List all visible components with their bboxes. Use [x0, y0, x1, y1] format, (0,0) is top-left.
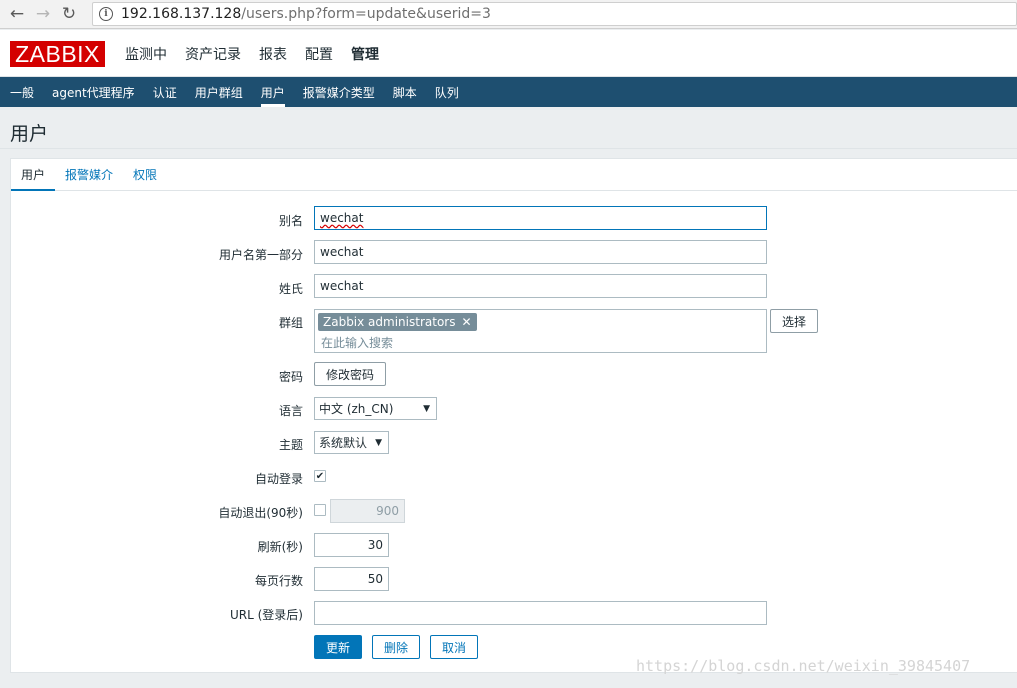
delete-button[interactable]: 删除	[372, 635, 420, 659]
name-label: 用户名第一部分	[218, 248, 303, 262]
autologout-value: 900	[376, 504, 399, 518]
url-input[interactable]	[314, 601, 767, 625]
main-menu-reports[interactable]: 报表	[259, 44, 287, 64]
name-value: wechat	[320, 245, 364, 259]
theme-value: 系统默认	[319, 436, 368, 450]
user-form-panel: 用户 报警媒介 权限 别名 wechat 用户名第一部分 wechat 姓氏 w…	[10, 158, 1017, 673]
language-label: 语言	[278, 404, 303, 418]
sub-menu-general[interactable]: 一般	[1, 77, 43, 107]
info-icon[interactable]: i	[99, 7, 113, 21]
url-host: 192.168.137.128	[121, 6, 242, 22]
main-menu-configuration[interactable]: 配置	[305, 44, 333, 64]
autologout-checkbox[interactable]	[314, 504, 326, 516]
zabbix-logo[interactable]: ZABBIX	[10, 41, 105, 67]
sub-menu-media-types[interactable]: 报警媒介类型	[294, 77, 384, 107]
rows-per-page-value: 50	[367, 572, 383, 586]
group-tag-label: Zabbix administrators	[323, 315, 456, 329]
checkmark-icon: ✔	[315, 470, 325, 482]
sub-menu-user-groups[interactable]: 用户群组	[186, 77, 252, 107]
select-groups-button[interactable]: 选择	[770, 309, 818, 333]
browser-toolbar: ← → ↻ i 192.168.137.128/users.php?form=u…	[0, 0, 1017, 29]
autologout-input: 900	[330, 499, 405, 523]
update-button[interactable]: 更新	[314, 635, 362, 659]
sub-menu: 一般 agent代理程序 认证 用户群组 用户 报警媒介类型 脚本 队列	[0, 77, 1017, 107]
tab-user[interactable]: 用户	[11, 159, 56, 191]
language-value: 中文 (zh_CN)	[319, 402, 394, 416]
refresh-input[interactable]: 30	[314, 533, 389, 557]
sub-menu-proxies[interactable]: agent代理程序	[43, 77, 144, 107]
alias-label: 别名	[278, 214, 303, 228]
refresh-value: 30	[367, 538, 383, 552]
group-search-input[interactable]: 在此输入搜索	[321, 334, 393, 351]
name-input[interactable]: wechat	[314, 240, 767, 264]
sub-menu-scripts[interactable]: 脚本	[384, 77, 426, 107]
url-label: URL (登录后)	[230, 608, 303, 622]
main-menu-monitoring[interactable]: 监测中	[125, 44, 167, 64]
language-select[interactable]: 中文 (zh_CN) ▼	[314, 397, 437, 420]
groups-label: 群组	[278, 316, 303, 330]
surname-input[interactable]: wechat	[314, 274, 767, 298]
groups-multiselect[interactable]: Zabbix administrators ✕ 在此输入搜索	[314, 309, 767, 353]
surname-value: wechat	[320, 279, 364, 293]
dropdown-caret-icon: ▼	[423, 404, 430, 414]
forward-arrow-icon[interactable]: →	[30, 1, 56, 27]
sub-menu-users[interactable]: 用户	[252, 77, 294, 107]
top-header: ZABBIX 监测中 资产记录 报表 配置 管理	[0, 30, 1017, 77]
cancel-button[interactable]: 取消	[430, 635, 478, 659]
alias-value: wechat	[320, 211, 364, 225]
password-label: 密码	[278, 370, 303, 384]
theme-label: 主题	[278, 438, 303, 452]
page-title: 用户	[10, 123, 49, 145]
change-password-button[interactable]: 修改密码	[314, 362, 386, 386]
autologout-label: 自动退出(90秒)	[218, 506, 303, 520]
tab-media[interactable]: 报警媒介	[55, 159, 123, 190]
rows-per-page-input[interactable]: 50	[314, 567, 389, 591]
autologin-label: 自动登录	[254, 472, 303, 486]
tab-bar: 用户 报警媒介 权限	[11, 159, 1017, 191]
alias-input[interactable]: wechat	[314, 206, 767, 230]
main-menu-inventory[interactable]: 资产记录	[185, 44, 241, 64]
watermark: https://blog.csdn.net/weixin_39845407	[636, 657, 971, 675]
title-divider	[0, 148, 1017, 149]
sub-menu-authentication[interactable]: 认证	[144, 77, 186, 107]
dropdown-caret-icon: ▼	[375, 438, 382, 448]
sub-menu-queue[interactable]: 队列	[426, 77, 468, 107]
autologin-checkbox[interactable]: ✔	[314, 470, 326, 482]
back-arrow-icon[interactable]: ←	[4, 1, 30, 27]
tab-permissions[interactable]: 权限	[123, 159, 167, 190]
group-tag: Zabbix administrators ✕	[318, 313, 477, 331]
url-path: /users.php?form=update&userid=3	[241, 6, 491, 22]
main-menu-administration[interactable]: 管理	[351, 44, 379, 64]
rows-per-page-label: 每页行数	[254, 574, 303, 588]
theme-select[interactable]: 系统默认 ▼	[314, 431, 389, 454]
refresh-label: 刷新(秒)	[257, 540, 303, 554]
surname-label: 姓氏	[278, 282, 303, 296]
reload-icon[interactable]: ↻	[56, 1, 82, 27]
remove-tag-icon[interactable]: ✕	[461, 315, 471, 329]
main-menu: 监测中 资产记录 报表 配置 管理	[116, 30, 388, 77]
address-bar[interactable]: i 192.168.137.128/users.php?form=update&…	[92, 2, 1017, 26]
